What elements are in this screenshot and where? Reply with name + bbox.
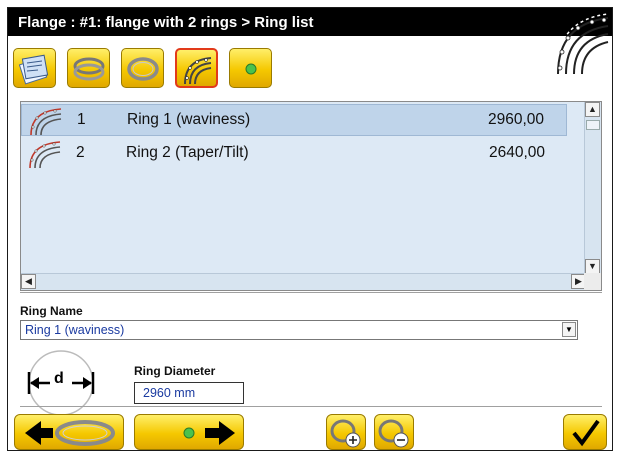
add-ring-icon: [330, 419, 361, 448]
divider: [20, 292, 602, 293]
ring-number: 1: [77, 111, 86, 128]
scroll-thumb[interactable]: [586, 120, 600, 130]
ring-icon: [127, 57, 159, 81]
window-title: Flange : #1: flange with 2 rings > Ring …: [18, 14, 314, 31]
ring-diameter: 2640,00: [488, 144, 545, 161]
ring-list-area: 1 Ring 1 (waviness) 2960,00 2 Ring 2 (Ta…: [21, 102, 586, 274]
double-ring-icon: [73, 57, 105, 81]
title-bar: Flange : #1: flange with 2 rings > Ring …: [8, 8, 612, 36]
ring-name-select[interactable]: Ring 1 (waviness): [20, 320, 578, 340]
next-button[interactable]: [134, 414, 244, 450]
flange-rings-button[interactable]: [67, 48, 110, 88]
ring-list[interactable]: 1 Ring 1 (waviness) 2960,00 2 Ring 2 (Ta…: [20, 101, 602, 291]
arrow-left-ring-icon: [25, 420, 115, 446]
ring-segment-icon: [29, 141, 61, 168]
ring-list-window: Flange : #1: flange with 2 rings > Ring …: [7, 7, 613, 451]
horizontal-scrollbar[interactable]: ◀ ▶: [21, 273, 586, 290]
ring-segment-icon: [548, 8, 612, 80]
arrow-right-dot-icon: [183, 421, 235, 445]
scroll-down-button[interactable]: ▼: [585, 259, 600, 274]
vertical-scrollbar[interactable]: ▲ ▼: [584, 102, 601, 274]
divider: [20, 406, 602, 407]
previous-button[interactable]: [14, 414, 124, 450]
flange-sheet-button[interactable]: [13, 48, 56, 88]
remove-ring-icon: [378, 419, 409, 448]
green-dot-button[interactable]: [229, 48, 272, 88]
green-dot-icon: [245, 63, 257, 75]
ring-name: Ring 2 (Taper/Tilt): [126, 144, 249, 161]
ring-name-label: Ring Name: [20, 304, 83, 318]
ring-name: Ring 1 (waviness): [127, 111, 251, 128]
ring-row[interactable]: 2 Ring 2 (Taper/Tilt) 2640,00: [21, 138, 567, 170]
remove-ring-button[interactable]: [374, 414, 414, 450]
scroll-up-button[interactable]: ▲: [585, 102, 600, 117]
ring-segment-icon: [30, 108, 62, 135]
diameter-symbol: d: [54, 370, 64, 387]
scroll-left-button[interactable]: ◀: [21, 274, 36, 289]
confirm-button[interactable]: [563, 414, 607, 450]
ring-diameter-field[interactable]: 2960 mm: [134, 382, 244, 404]
ring-diameter-label: Ring Diameter: [134, 364, 216, 378]
chevron-down-icon[interactable]: ▼: [562, 322, 576, 337]
ring-row[interactable]: 1 Ring 1 (waviness) 2960,00: [21, 104, 567, 136]
ring-list-button[interactable]: [175, 48, 218, 88]
scroll-corner: [584, 273, 601, 290]
ring-diameter: 2960,00: [487, 111, 544, 128]
checkmark-icon: [572, 419, 600, 447]
single-ring-button[interactable]: [121, 48, 164, 88]
add-ring-button[interactable]: [326, 414, 366, 450]
flange-sheet-icon: [18, 54, 49, 85]
ring-number: 2: [76, 144, 85, 161]
ring-segment-icon: [184, 57, 212, 85]
